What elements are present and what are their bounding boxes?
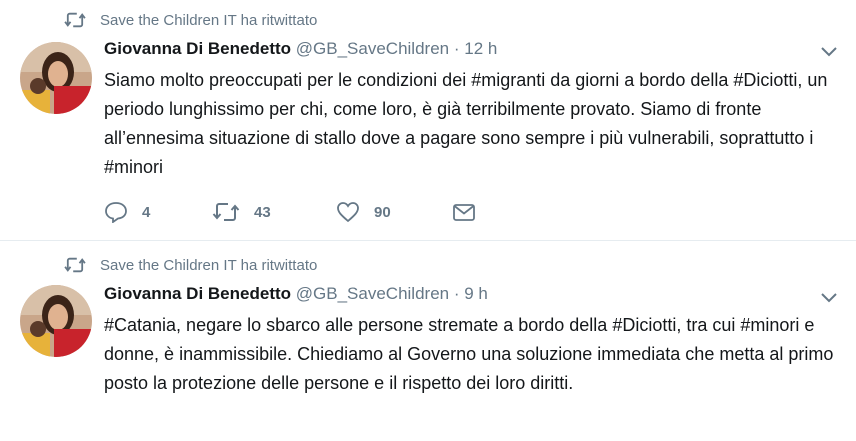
envelope-icon bbox=[453, 204, 475, 221]
tweet-timestamp[interactable]: 9 h bbox=[464, 284, 488, 303]
retweet-context: Save the Children IT ha ritwittato bbox=[64, 11, 317, 29]
tweet-timestamp[interactable]: 12 h bbox=[464, 39, 497, 58]
reply-button[interactable]: 4 bbox=[104, 201, 212, 223]
heart-icon bbox=[337, 202, 359, 223]
tweet-header: Giovanna Di Benedetto @GB_SaveChildren ·… bbox=[104, 39, 497, 59]
reply-count: 4 bbox=[142, 203, 151, 221]
retweet-count: 43 bbox=[254, 203, 271, 221]
avatar[interactable] bbox=[20, 285, 92, 357]
retweet-icon bbox=[212, 203, 240, 221]
author-name[interactable]: Giovanna Di Benedetto bbox=[104, 284, 291, 303]
tweet-text: Siamo molto preoccupati per le condizion… bbox=[104, 70, 828, 177]
retweet-icon bbox=[64, 257, 86, 273]
tweet-header: Giovanna Di Benedetto @GB_SaveChildren ·… bbox=[104, 284, 488, 304]
author-handle[interactable]: @GB_SaveChildren bbox=[296, 39, 449, 58]
like-button[interactable]: 90 bbox=[336, 201, 452, 223]
direct-message-button[interactable] bbox=[452, 201, 476, 223]
chevron-down-icon[interactable] bbox=[820, 290, 838, 304]
retweet-context-label[interactable]: Save the Children IT ha ritwittato bbox=[100, 12, 317, 29]
author-name[interactable]: Giovanna Di Benedetto bbox=[104, 39, 291, 58]
separator-dot: · bbox=[453, 284, 460, 303]
avatar[interactable] bbox=[20, 42, 92, 114]
like-count: 90 bbox=[374, 203, 391, 221]
author-handle[interactable]: @GB_SaveChildren bbox=[296, 284, 449, 303]
tweet-item[interactable]: Save the Children IT ha ritwittato Giova… bbox=[0, 0, 856, 241]
tweet-text: #Catania, negare lo sbarco alle persone … bbox=[104, 315, 834, 393]
tweet-item[interactable]: Save the Children IT ha ritwittato Giova… bbox=[0, 241, 856, 441]
separator-dot: · bbox=[453, 39, 460, 58]
retweet-context-label[interactable]: Save the Children IT ha ritwittato bbox=[100, 257, 317, 274]
reply-icon bbox=[105, 202, 127, 223]
chevron-down-icon[interactable] bbox=[820, 44, 838, 58]
retweet-button[interactable]: 43 bbox=[212, 201, 336, 223]
retweet-icon bbox=[64, 12, 86, 28]
tweet-actions: 4 43 90 bbox=[104, 201, 476, 223]
retweet-context: Save the Children IT ha ritwittato bbox=[64, 256, 317, 274]
